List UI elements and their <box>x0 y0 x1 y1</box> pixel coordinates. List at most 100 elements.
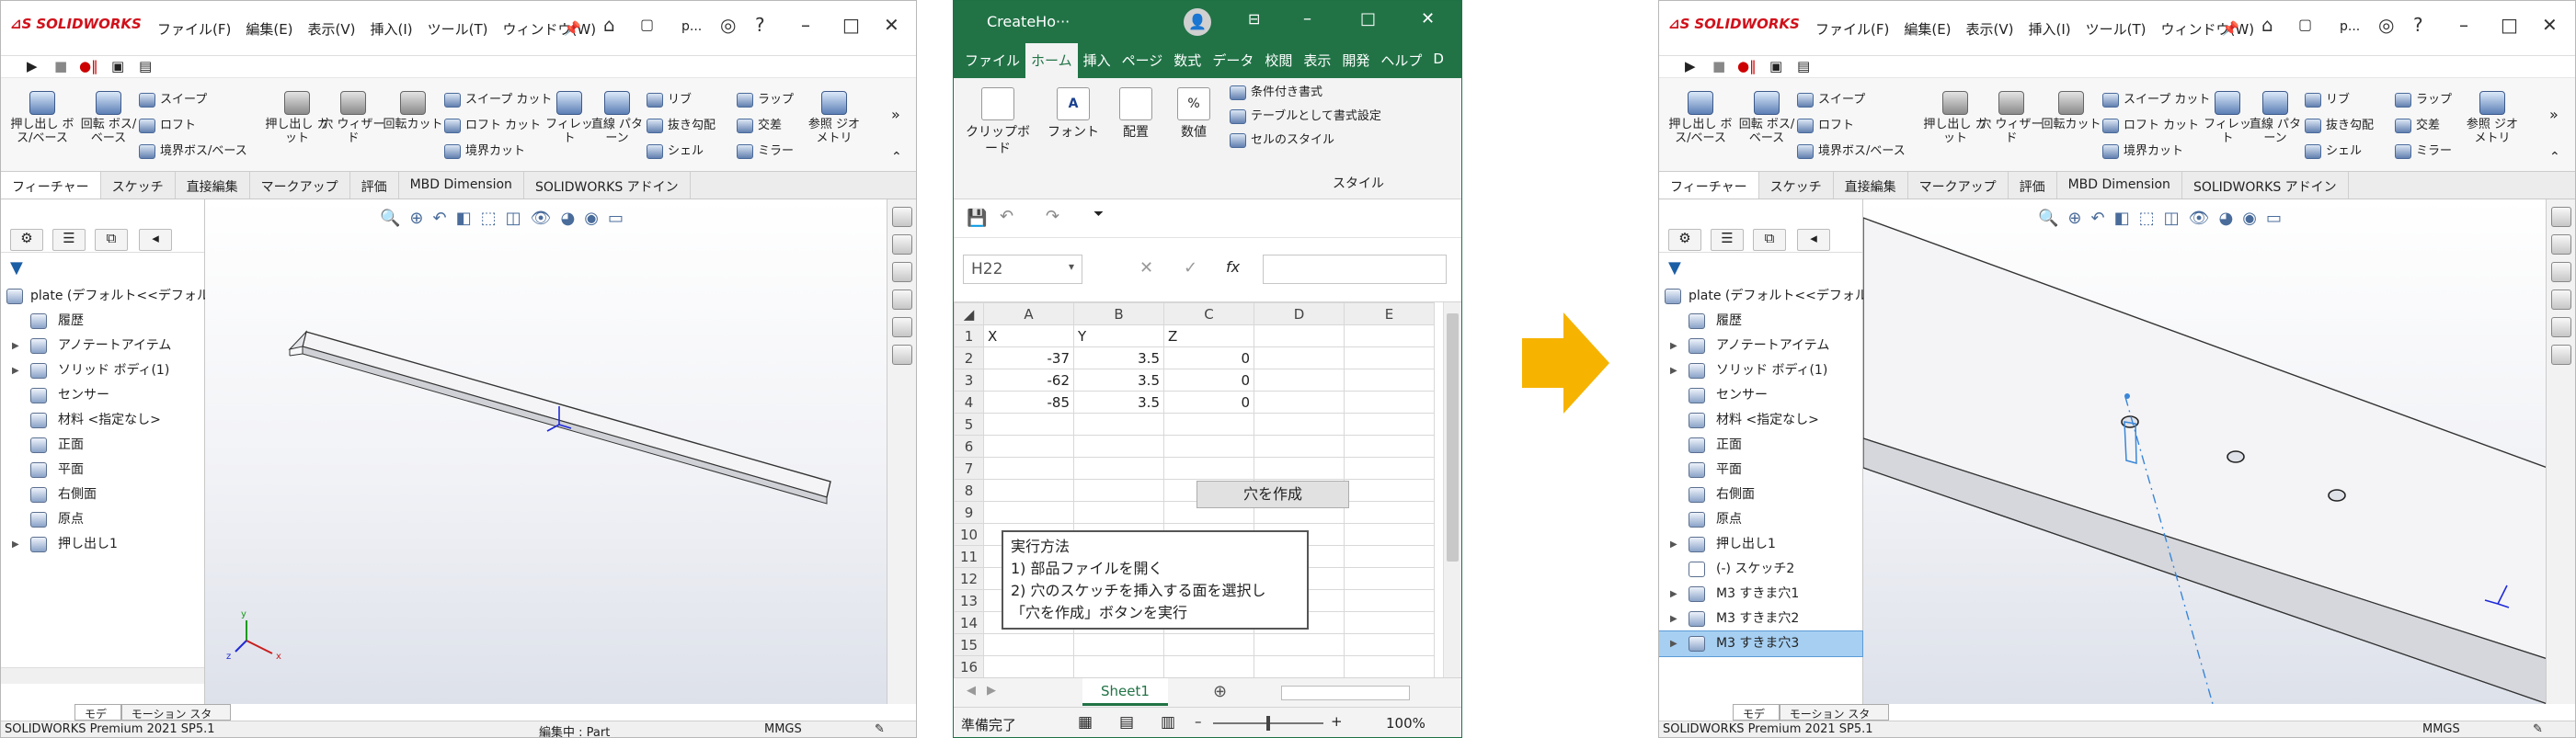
create-hole-button[interactable]: 穴を作成 <box>1196 481 1349 508</box>
help-icon[interactable]: ? <box>755 16 765 34</box>
tree-item-right-plane[interactable]: 右側面 <box>1659 483 1862 507</box>
cell[interactable] <box>983 457 1074 480</box>
expand-icon[interactable]: ▶ <box>1670 358 1677 383</box>
design-library-icon[interactable] <box>891 234 912 255</box>
menu-insert[interactable]: 挿入(I) <box>2029 19 2071 39</box>
configuration-tab-icon[interactable]: ⧉ <box>95 229 128 251</box>
extrude-cut-button[interactable]: 押し出し カット <box>1923 91 1987 145</box>
cell[interactable] <box>1163 457 1254 480</box>
loft-cut-button[interactable]: ロフト カット <box>444 119 541 133</box>
tree-item-origin[interactable]: 原点 <box>1 507 204 532</box>
tab-insert[interactable]: 挿入 <box>1078 43 1116 78</box>
name-box[interactable]: H22 ▾ <box>963 255 1082 284</box>
hole-wizard-button[interactable]: 穴 ウィザード <box>321 91 385 145</box>
row-header[interactable]: 11 <box>954 545 984 568</box>
record-macro-icon[interactable]: ●‖ <box>79 58 98 74</box>
sweep-button[interactable]: スイープ <box>1797 93 1865 108</box>
row-header[interactable]: 8 <box>954 479 984 502</box>
hole-wizard-button[interactable]: 穴 ウィザード <box>1979 91 2044 145</box>
tree-item-extrude1[interactable]: ▶ 押し出し1 <box>1 532 204 557</box>
cell[interactable]: Z <box>1163 324 1254 347</box>
property-manager-tab-icon[interactable]: ☰ <box>52 229 86 251</box>
scroll-thumb[interactable] <box>1447 313 1459 562</box>
reference-geometry-button[interactable]: 参照 ジオメトリ <box>2465 91 2520 145</box>
tab-features[interactable]: フィーチャー <box>1659 172 1759 199</box>
tree-item-top-plane[interactable]: 平面 <box>1659 458 1862 483</box>
tree-horizontal-scrollbar[interactable] <box>1 667 204 684</box>
tree-item-extrude1[interactable]: ▶ 押し出し1 <box>1659 532 1862 557</box>
cell[interactable] <box>1344 346 1435 369</box>
tree-part-root[interactable]: plate (デフォルト<<デフォルト>_表示 <box>1659 284 1924 309</box>
tab-markup[interactable]: マークアップ <box>250 172 350 199</box>
undo-icon[interactable]: ↶ <box>1000 207 1013 226</box>
row-header[interactable]: 9 <box>954 501 984 524</box>
tree-item-annotations[interactable]: ▶ アノテートアイテム <box>1659 334 1862 358</box>
number-group[interactable]: % 数値 <box>1171 87 1217 141</box>
cell[interactable]: 3.5 <box>1073 346 1164 369</box>
rib-button[interactable]: リブ <box>2305 93 2350 108</box>
feature-tree-tab-icon[interactable]: ⚙ <box>1668 229 1701 251</box>
cell[interactable] <box>1254 457 1345 480</box>
cell[interactable] <box>1254 435 1345 458</box>
graphics-area[interactable]: 🔍 ⊕ ↶ ◧ ⬚ ◫ 👁 ◕ ◉ ▭ y x z <box>205 199 887 704</box>
tree-item-material[interactable]: 材料 <指定なし> <box>1659 408 1862 433</box>
home-icon[interactable]: ⌂ <box>603 16 615 34</box>
pin-icon[interactable]: 📌 <box>2222 19 2239 38</box>
font-group[interactable]: A フォント <box>1046 87 1101 141</box>
custom-properties-icon[interactable] <box>891 345 912 365</box>
status-units[interactable]: MMGS <box>764 722 802 736</box>
revolve-cut-button[interactable]: 回転カット <box>381 91 445 131</box>
tab-view[interactable]: 表示 <box>1298 43 1336 78</box>
filter-icon[interactable]: ▼ <box>1668 258 1681 278</box>
minimize-icon[interactable]: – <box>2459 16 2468 34</box>
cell[interactable] <box>1254 369 1345 392</box>
fillet-button[interactable]: フィレット <box>2200 91 2255 145</box>
shell-button[interactable]: シェル <box>2305 144 2362 159</box>
menu-edit[interactable]: 編集(E) <box>246 19 292 39</box>
more-tabs-icon[interactable]: ◂ <box>1797 229 1830 251</box>
cell[interactable]: 3.5 <box>1073 369 1164 392</box>
save-icon[interactable]: 💾 <box>967 209 987 228</box>
row-header[interactable]: 14 <box>954 611 984 634</box>
tree-item-sensors[interactable]: センサー <box>1659 383 1862 408</box>
worksheet-grid[interactable]: ◢ A B C D E 1 X Y Z 2 -37 3.5 0 3 -62 3.5 0 4 -85 3.5 0… <box>954 302 1445 677</box>
cell[interactable] <box>1254 655 1345 677</box>
tab-model[interactable]: モデル <box>74 704 121 736</box>
expand-icon[interactable]: ▶ <box>12 532 19 557</box>
row-header[interactable]: 5 <box>954 413 984 436</box>
page-layout-view-icon[interactable]: ▤ <box>1119 713 1134 732</box>
status-help-icon[interactable]: ✎ <box>2533 722 2543 736</box>
tab-motion-study[interactable]: モーション スタディ 1 <box>120 704 231 736</box>
menu-file[interactable]: ファイル(F) <box>157 19 231 39</box>
mirror-button[interactable]: ミラー <box>737 144 794 159</box>
loft-cut-button[interactable]: ロフト カット <box>2102 119 2199 133</box>
record-macro-icon[interactable]: ●‖ <box>1737 58 1757 74</box>
cell[interactable] <box>1163 413 1254 436</box>
menu-window[interactable]: ウィンドウ(W) <box>503 19 597 39</box>
cell[interactable] <box>1073 655 1164 677</box>
revolve-boss-button[interactable]: 回転 ボス/ベース <box>1735 91 1799 145</box>
cell[interactable]: 0 <box>1163 391 1254 414</box>
cell[interactable] <box>1344 589 1435 612</box>
cell[interactable] <box>1344 567 1435 590</box>
resources-icon[interactable] <box>891 207 912 227</box>
cell[interactable] <box>1073 435 1164 458</box>
row-header[interactable]: 16 <box>954 655 984 677</box>
cell[interactable] <box>983 501 1074 524</box>
cell[interactable] <box>1254 324 1345 347</box>
confirm-entry-icon[interactable]: ✓ <box>1184 258 1197 278</box>
view-palette-icon[interactable] <box>2550 290 2571 310</box>
tab-direct-edit[interactable]: 直接編集 <box>176 172 250 199</box>
property-manager-tab-icon[interactable]: ☰ <box>1711 229 1744 251</box>
tree-item-sketch2[interactable]: (-) スケッチ2 <box>1659 557 1862 582</box>
draft-button[interactable]: 抜き勾配 <box>2305 119 2374 133</box>
tab-evaluate[interactable]: 評価 <box>2009 172 2057 199</box>
normal-view-icon[interactable]: ▦ <box>1078 713 1093 732</box>
cell[interactable]: Y <box>1073 324 1164 347</box>
wrap-button[interactable]: ラップ <box>737 93 794 108</box>
tab-markup[interactable]: マークアップ <box>1908 172 2009 199</box>
loft-button[interactable]: ロフト <box>1797 119 1854 133</box>
tab-motion-study[interactable]: モーション スタディ 1 <box>1779 704 1889 736</box>
account-avatar[interactable]: 👤 <box>1184 8 1211 36</box>
zoom-level[interactable]: 100% <box>1386 715 1425 732</box>
